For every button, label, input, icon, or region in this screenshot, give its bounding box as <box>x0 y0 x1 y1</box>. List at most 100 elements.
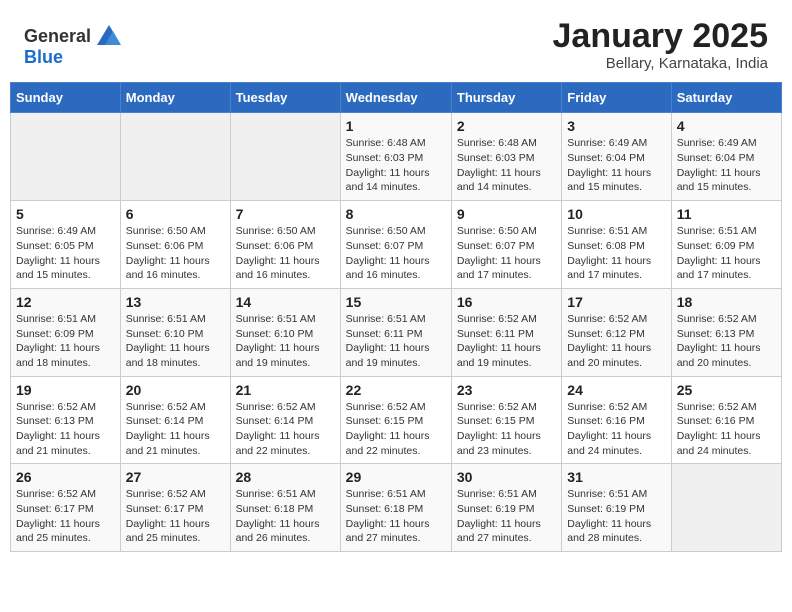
day-number: 25 <box>677 382 776 398</box>
day-number: 18 <box>677 294 776 310</box>
calendar-cell: 20 Sunrise: 6:52 AMSunset: 6:14 PMDayligh… <box>120 376 230 464</box>
calendar-cell: 13 Sunrise: 6:51 AMSunset: 6:10 PMDayligh… <box>120 288 230 376</box>
calendar-cell: 23 Sunrise: 6:52 AMSunset: 6:15 PMDayligh… <box>451 376 561 464</box>
calendar-week-5: 26Sunrise: 6:52 AMSunset: 6:17 PMDayligh… <box>11 464 782 552</box>
calendar-cell: 30 Sunrise: 6:51 AMSunset: 6:19 PMDayligh… <box>451 464 561 552</box>
calendar-cell <box>671 464 781 552</box>
calendar-header: Sunday Monday Tuesday Wednesday Thursday… <box>11 83 782 113</box>
day-info: Sunrise: 6:52 AMSunset: 6:13 PMDaylight:… <box>677 312 776 371</box>
day-number: 1 <box>346 118 446 134</box>
day-number: 13 <box>126 294 225 310</box>
calendar-cell: 7Sunrise: 6:50 AMSunset: 6:06 PMDaylight… <box>230 201 340 289</box>
day-info: Sunrise: 6:52 AMSunset: 6:15 PMDaylight:… <box>457 400 556 459</box>
day-number: 21 <box>236 382 335 398</box>
calendar-cell: 22 Sunrise: 6:52 AMSunset: 6:15 PMDayligh… <box>340 376 451 464</box>
calendar-cell: 3 Sunrise: 6:49 AMSunset: 6:04 PMDaylight… <box>562 113 671 201</box>
day-number: 9 <box>457 206 556 222</box>
header-row: Sunday Monday Tuesday Wednesday Thursday… <box>11 83 782 113</box>
day-number: 29 <box>346 469 446 485</box>
day-info: Sunrise: 6:52 AMSunset: 6:14 PMDaylight:… <box>236 400 335 459</box>
calendar-cell: 12Sunrise: 6:51 AMSunset: 6:09 PMDayligh… <box>11 288 121 376</box>
calendar-cell: 18 Sunrise: 6:52 AMSunset: 6:13 PMDayligh… <box>671 288 781 376</box>
calendar-week-1: 1 Sunrise: 6:48 AMSunset: 6:03 PMDaylight… <box>11 113 782 201</box>
day-info: Sunrise: 6:51 AMSunset: 6:09 PMDaylight:… <box>677 224 776 283</box>
calendar-cell: 5 Sunrise: 6:49 AMSunset: 6:05 PMDaylight… <box>11 201 121 289</box>
day-number: 3 <box>567 118 665 134</box>
day-info: Sunrise: 6:51 AMSunset: 6:19 PMDaylight:… <box>567 487 665 546</box>
day-info: Sunrise: 6:49 AMSunset: 6:04 PMDaylight:… <box>677 136 776 195</box>
calendar-week-4: 19Sunrise: 6:52 AMSunset: 6:13 PMDayligh… <box>11 376 782 464</box>
day-number: 12 <box>16 294 115 310</box>
day-number: 11 <box>677 206 776 222</box>
page-header: General Blue January 2025 Bellary, Karna… <box>0 0 792 82</box>
day-info: Sunrise: 6:51 AMSunset: 6:11 PMDaylight:… <box>346 312 446 371</box>
day-info: Sunrise: 6:51 AMSunset: 6:19 PMDaylight:… <box>457 487 556 546</box>
col-friday: Friday <box>562 83 671 113</box>
day-number: 19 <box>16 382 115 398</box>
calendar-cell: 9Sunrise: 6:50 AMSunset: 6:07 PMDaylight… <box>451 201 561 289</box>
day-number: 22 <box>346 382 446 398</box>
day-info: Sunrise: 6:52 AMSunset: 6:16 PMDaylight:… <box>567 400 665 459</box>
calendar-cell: 10Sunrise: 6:51 AMSunset: 6:08 PMDayligh… <box>562 201 671 289</box>
day-info: Sunrise: 6:51 AMSunset: 6:10 PMDaylight:… <box>236 312 335 371</box>
day-info: Sunrise: 6:51 AMSunset: 6:18 PMDaylight:… <box>346 487 446 546</box>
calendar-cell <box>230 113 340 201</box>
location-subtitle: Bellary, Karnataka, India <box>553 55 769 72</box>
day-number: 8 <box>346 206 446 222</box>
day-number: 31 <box>567 469 665 485</box>
calendar-cell <box>120 113 230 201</box>
day-number: 27 <box>126 469 225 485</box>
col-wednesday: Wednesday <box>340 83 451 113</box>
calendar-cell: 16Sunrise: 6:52 AMSunset: 6:11 PMDayligh… <box>451 288 561 376</box>
col-sunday: Sunday <box>11 83 121 113</box>
calendar-table: Sunday Monday Tuesday Wednesday Thursday… <box>10 82 782 552</box>
day-number: 23 <box>457 382 556 398</box>
calendar-cell: 21 Sunrise: 6:52 AMSunset: 6:14 PMDayligh… <box>230 376 340 464</box>
day-number: 24 <box>567 382 665 398</box>
day-number: 2 <box>457 118 556 134</box>
calendar-cell: 27Sunrise: 6:52 AMSunset: 6:17 PMDayligh… <box>120 464 230 552</box>
day-number: 6 <box>126 206 225 222</box>
day-info: Sunrise: 6:52 AMSunset: 6:16 PMDaylight:… <box>677 400 776 459</box>
col-thursday: Thursday <box>451 83 561 113</box>
calendar-cell: 19Sunrise: 6:52 AMSunset: 6:13 PMDayligh… <box>11 376 121 464</box>
calendar-cell: 11 Sunrise: 6:51 AMSunset: 6:09 PMDayligh… <box>671 201 781 289</box>
day-info: Sunrise: 6:52 AMSunset: 6:14 PMDaylight:… <box>126 400 225 459</box>
day-info: Sunrise: 6:48 AMSunset: 6:03 PMDaylight:… <box>346 136 446 195</box>
calendar-cell: 24 Sunrise: 6:52 AMSunset: 6:16 PMDayligh… <box>562 376 671 464</box>
day-number: 30 <box>457 469 556 485</box>
day-number: 10 <box>567 206 665 222</box>
day-number: 14 <box>236 294 335 310</box>
day-number: 28 <box>236 469 335 485</box>
day-info: Sunrise: 6:51 AMSunset: 6:18 PMDaylight:… <box>236 487 335 546</box>
day-info: Sunrise: 6:51 AMSunset: 6:10 PMDaylight:… <box>126 312 225 371</box>
day-number: 15 <box>346 294 446 310</box>
calendar-cell: 1 Sunrise: 6:48 AMSunset: 6:03 PMDaylight… <box>340 113 451 201</box>
day-info: Sunrise: 6:52 AMSunset: 6:12 PMDaylight:… <box>567 312 665 371</box>
calendar-cell: 26Sunrise: 6:52 AMSunset: 6:17 PMDayligh… <box>11 464 121 552</box>
calendar-cell <box>11 113 121 201</box>
logo-general: General <box>24 26 91 47</box>
calendar-cell: 31 Sunrise: 6:51 AMSunset: 6:19 PMDayligh… <box>562 464 671 552</box>
calendar-wrapper: Sunday Monday Tuesday Wednesday Thursday… <box>0 82 792 562</box>
day-number: 4 <box>677 118 776 134</box>
col-monday: Monday <box>120 83 230 113</box>
day-info: Sunrise: 6:52 AMSunset: 6:15 PMDaylight:… <box>346 400 446 459</box>
calendar-cell: 29 Sunrise: 6:51 AMSunset: 6:18 PMDayligh… <box>340 464 451 552</box>
title-block: January 2025 Bellary, Karnataka, India <box>553 18 769 72</box>
day-info: Sunrise: 6:50 AMSunset: 6:07 PMDaylight:… <box>346 224 446 283</box>
day-number: 26 <box>16 469 115 485</box>
calendar-cell: 6Sunrise: 6:50 AMSunset: 6:06 PMDaylight… <box>120 201 230 289</box>
calendar-cell: 8 Sunrise: 6:50 AMSunset: 6:07 PMDaylight… <box>340 201 451 289</box>
day-info: Sunrise: 6:48 AMSunset: 6:03 PMDaylight:… <box>457 136 556 195</box>
day-number: 20 <box>126 382 225 398</box>
day-info: Sunrise: 6:49 AMSunset: 6:05 PMDaylight:… <box>16 224 115 283</box>
calendar-week-2: 5 Sunrise: 6:49 AMSunset: 6:05 PMDaylight… <box>11 201 782 289</box>
day-number: 5 <box>16 206 115 222</box>
col-saturday: Saturday <box>671 83 781 113</box>
calendar-week-3: 12Sunrise: 6:51 AMSunset: 6:09 PMDayligh… <box>11 288 782 376</box>
calendar-cell: 17 Sunrise: 6:52 AMSunset: 6:12 PMDayligh… <box>562 288 671 376</box>
logo-icon <box>95 23 123 51</box>
day-number: 17 <box>567 294 665 310</box>
day-info: Sunrise: 6:49 AMSunset: 6:04 PMDaylight:… <box>567 136 665 195</box>
